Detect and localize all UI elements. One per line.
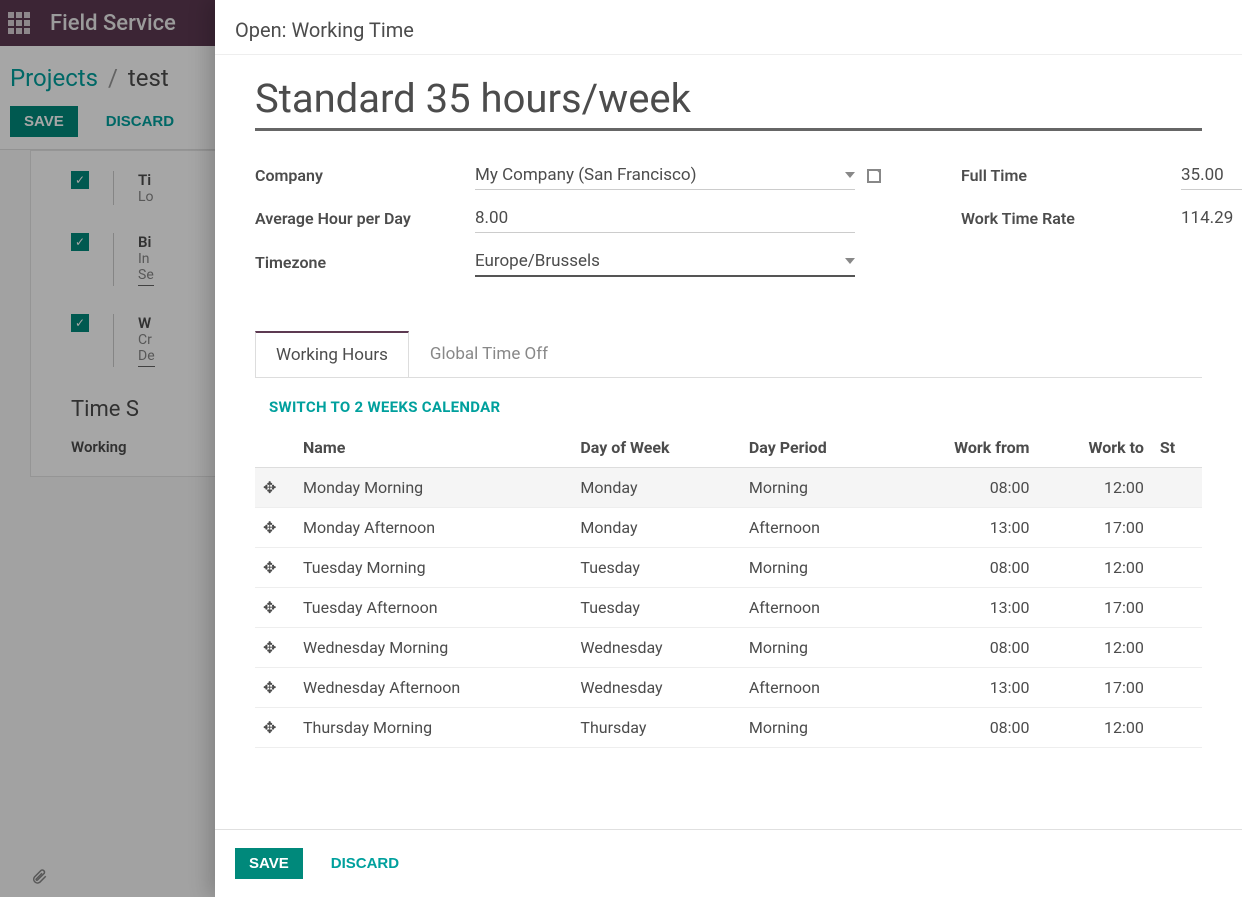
cell-period: Morning — [741, 468, 891, 508]
drag-handle-icon[interactable]: ✥ — [255, 508, 295, 548]
tab-working-hours[interactable]: Working Hours — [255, 331, 409, 377]
label-timezone: Timezone — [255, 253, 475, 272]
company-select[interactable]: My Company (San Francisco) — [475, 161, 855, 190]
cell-to: 17:00 — [1038, 588, 1152, 628]
drag-handle-icon[interactable]: ✥ — [255, 708, 295, 748]
switch-calendar-link[interactable]: SWITCH TO 2 WEEKS CALENDAR — [255, 398, 1202, 416]
cell-day: Tuesday — [572, 548, 740, 588]
cell-to: 12:00 — [1038, 548, 1152, 588]
table-row[interactable]: ✥Monday MorningMondayMorning08:0012:00 — [255, 468, 1202, 508]
chevron-down-icon — [845, 172, 855, 178]
form-grid: Company My Company (San Francisco) Avera… — [255, 161, 1202, 291]
modal-working-time: Open: Working Time Standard 35 hours/wee… — [215, 0, 1242, 897]
chevron-down-icon — [845, 258, 855, 264]
table-row[interactable]: ✥Tuesday AfternoonTuesdayAfternoon13:001… — [255, 588, 1202, 628]
tab-global-time-off[interactable]: Global Time Off — [409, 331, 569, 377]
drag-handle-icon[interactable]: ✥ — [255, 588, 295, 628]
cell-day: Wednesday — [572, 628, 740, 668]
col-st[interactable]: St — [1152, 428, 1202, 468]
cell-to: 17:00 — [1038, 508, 1152, 548]
table-row[interactable]: ✥Tuesday MorningTuesdayMorning08:0012:00 — [255, 548, 1202, 588]
label-avg-hours: Average Hour per Day — [255, 209, 475, 228]
cell-name: Wednesday Morning — [295, 628, 572, 668]
company-value: My Company (San Francisco) — [475, 165, 697, 185]
full-time-input[interactable]: 35.00 — [1181, 161, 1242, 190]
cell-from: 08:00 — [891, 548, 1037, 588]
cell-st — [1152, 588, 1202, 628]
modal-discard-button[interactable]: DISCARD — [317, 848, 413, 879]
cell-from: 13:00 — [891, 588, 1037, 628]
cell-st — [1152, 668, 1202, 708]
cell-name: Tuesday Morning — [295, 548, 572, 588]
cell-day: Wednesday — [572, 668, 740, 708]
cell-day: Monday — [572, 468, 740, 508]
table-row[interactable]: ✥Thursday MorningThursdayMorning08:0012:… — [255, 708, 1202, 748]
label-full-time: Full Time — [961, 166, 1181, 185]
cell-period: Afternoon — [741, 508, 891, 548]
table-row[interactable]: ✥Monday AfternoonMondayAfternoon13:0017:… — [255, 508, 1202, 548]
cell-from: 08:00 — [891, 468, 1037, 508]
record-title[interactable]: Standard 35 hours/week — [255, 75, 1202, 131]
cell-to: 12:00 — [1038, 628, 1152, 668]
cell-to: 17:00 — [1038, 668, 1152, 708]
label-company: Company — [255, 166, 475, 185]
cell-name: Thursday Morning — [295, 708, 572, 748]
cell-from: 08:00 — [891, 708, 1037, 748]
work-rate-value: 114.29 — [1181, 204, 1241, 232]
cell-st — [1152, 628, 1202, 668]
drag-handle-icon[interactable]: ✥ — [255, 468, 295, 508]
avg-hours-input[interactable]: 8.00 — [475, 204, 855, 233]
table-row[interactable]: ✥Wednesday AfternoonWednesdayAfternoon13… — [255, 668, 1202, 708]
label-work-rate: Work Time Rate — [961, 209, 1181, 228]
tabs: Working Hours Global Time Off — [255, 331, 1202, 378]
col-period[interactable]: Day Period — [741, 428, 891, 468]
avg-hours-value: 8.00 — [475, 208, 508, 228]
cell-name: Tuesday Afternoon — [295, 588, 572, 628]
cell-period: Morning — [741, 628, 891, 668]
cell-day: Thursday — [572, 708, 740, 748]
drag-handle-icon[interactable]: ✥ — [255, 668, 295, 708]
cell-day: Tuesday — [572, 588, 740, 628]
cell-st — [1152, 468, 1202, 508]
cell-name: Monday Morning — [295, 468, 572, 508]
cell-from: 13:00 — [891, 508, 1037, 548]
modal-body: Standard 35 hours/week Company My Compan… — [215, 55, 1242, 829]
col-from[interactable]: Work from — [891, 428, 1037, 468]
cell-to: 12:00 — [1038, 708, 1152, 748]
col-day[interactable]: Day of Week — [572, 428, 740, 468]
cell-st — [1152, 548, 1202, 588]
cell-from: 08:00 — [891, 628, 1037, 668]
cell-period: Morning — [741, 548, 891, 588]
timezone-select[interactable]: Europe/Brussels — [475, 247, 855, 277]
cell-name: Monday Afternoon — [295, 508, 572, 548]
col-name[interactable]: Name — [295, 428, 572, 468]
cell-st — [1152, 708, 1202, 748]
full-time-value: 35.00 — [1181, 165, 1224, 185]
cell-from: 13:00 — [891, 668, 1037, 708]
cell-to: 12:00 — [1038, 468, 1152, 508]
modal-save-button[interactable]: SAVE — [235, 848, 303, 879]
cell-period: Afternoon — [741, 588, 891, 628]
timezone-value: Europe/Brussels — [475, 251, 600, 271]
cell-period: Morning — [741, 708, 891, 748]
modal-breadcrumb: Open: Working Time — [215, 0, 1242, 55]
cell-name: Wednesday Afternoon — [295, 668, 572, 708]
cell-day: Monday — [572, 508, 740, 548]
drag-handle-icon[interactable]: ✥ — [255, 628, 295, 668]
cell-st — [1152, 508, 1202, 548]
drag-handle-icon[interactable]: ✥ — [255, 548, 295, 588]
cell-period: Afternoon — [741, 668, 891, 708]
col-to[interactable]: Work to — [1038, 428, 1152, 468]
modal-footer: SAVE DISCARD — [215, 829, 1242, 897]
working-hours-table: Name Day of Week Day Period Work from Wo… — [255, 428, 1202, 748]
external-link-icon[interactable] — [867, 169, 881, 183]
table-row[interactable]: ✥Wednesday MorningWednesdayMorning08:001… — [255, 628, 1202, 668]
